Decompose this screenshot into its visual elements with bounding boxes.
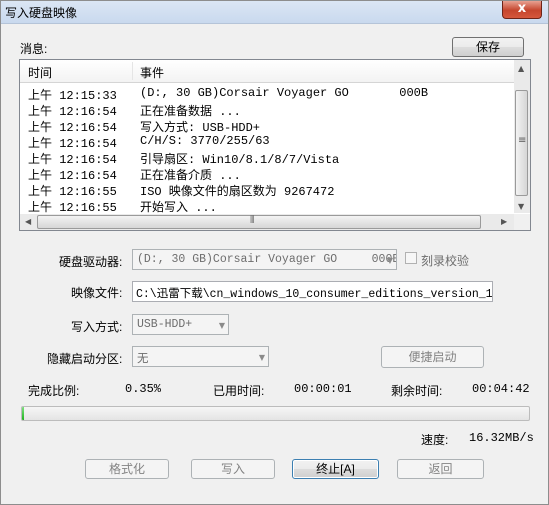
log-time: 上午 12:16:55 (28, 201, 117, 215)
log-row[interactable]: 上午 12:16:54 正在准备介质 ... (20, 165, 514, 183)
progress-bar (21, 406, 530, 421)
elapsed-value: 00:00:01 (294, 382, 352, 396)
remaining-label: 剩余时间: (391, 384, 443, 398)
chevron-down-icon: ▼ (258, 353, 265, 362)
progress-fill (22, 407, 24, 420)
image-file-label: 映像文件: (71, 286, 123, 300)
hidden-partition-label: 隐藏启动分区: (47, 352, 123, 366)
log-event: C/H/S: 3770/255/63 (140, 134, 270, 148)
close-button[interactable]: x (502, 1, 542, 19)
back-button[interactable]: 返回 (397, 459, 484, 479)
log-row[interactable]: 上午 12:16:54 写入方式: USB-HDD+ (20, 117, 514, 135)
write-mode-select[interactable]: USB-HDD+ ▼ (132, 314, 229, 335)
chevron-down-icon: ▼ (386, 256, 393, 265)
scroll-down-icon[interactable]: ▼ (518, 202, 524, 211)
drive-select[interactable]: (D:, 30 GB)Corsair Voyager GO 000B ▼ (132, 249, 397, 270)
format-button[interactable]: 格式化 (85, 459, 169, 479)
write-mode-value: USB-HDD+ (137, 318, 193, 331)
scroll-corner (514, 214, 530, 230)
scroll-up-icon[interactable]: ▲ (518, 64, 524, 73)
verify-checkbox[interactable] (405, 252, 417, 264)
hidden-partition-select[interactable]: 无 ▼ (132, 346, 269, 367)
stop-button[interactable]: 终止[A] (292, 459, 379, 479)
quick-boot-button[interactable]: 便捷启动 (381, 346, 484, 368)
hidden-partition-value: 无 (137, 353, 149, 366)
image-file-value: C:\迅雷下载\cn_windows_10_consumer_editions_… (136, 288, 493, 301)
log-row[interactable]: 上午 12:16:55 开始写入 ... (20, 197, 514, 215)
completed-label: 完成比例: (28, 384, 80, 398)
speed-label: 速度: (421, 433, 449, 447)
scroll-right-icon[interactable]: ▶ (501, 217, 507, 226)
vertical-scrollbar[interactable]: ▲ ≡ ▼ (514, 60, 530, 213)
log-event: 开始写入 ... (140, 201, 217, 215)
verify-label: 刻录校验 (421, 254, 470, 268)
log-event: (D:, 30 GB)Corsair Voyager GO 000B (140, 86, 429, 100)
log-header: 时间 事件 (20, 60, 514, 83)
save-button[interactable]: 保存 (452, 37, 524, 57)
write-mode-label: 写入方式: (71, 320, 123, 334)
completed-value: 0.35% (125, 382, 162, 396)
log-row[interactable]: 上午 12:16:54 引导扇区: Win10/8.1/8/7/Vista (20, 149, 514, 167)
log-row[interactable]: 上午 12:15:33 (D:, 30 GB)Corsair Voyager GO… (20, 85, 514, 103)
messages-label: 消息: (20, 42, 48, 56)
grip-icon: ⦀ (250, 215, 255, 226)
log-row[interactable]: 上午 12:16:54 正在准备数据 ... (20, 101, 514, 119)
speed-value: 16.32MB/s (469, 431, 534, 445)
column-divider[interactable] (132, 62, 133, 80)
close-icon: x (517, 1, 527, 16)
horizontal-scrollbar[interactable]: ◀ ⦀ ▶ (20, 214, 514, 230)
elapsed-label: 已用时间: (213, 384, 265, 398)
vertical-scroll-thumb[interactable]: ≡ (515, 90, 528, 196)
chevron-down-icon: ▼ (218, 321, 225, 330)
log-row[interactable]: 上午 12:16:55 ISO 映像文件的扇区数为 9267472 (20, 181, 514, 199)
message-log-list[interactable]: 时间 事件 上午 12:15:33 (D:, 30 GB)Corsair Voya… (19, 59, 531, 231)
remaining-value: 00:04:42 (472, 382, 530, 396)
column-header-event[interactable]: 事件 (140, 64, 164, 81)
write-button[interactable]: 写入 (191, 459, 275, 479)
window-title: 写入硬盘映像 (5, 6, 78, 20)
column-header-time[interactable]: 时间 (28, 64, 52, 81)
image-file-field[interactable]: C:\迅雷下载\cn_windows_10_consumer_editions_… (132, 281, 493, 302)
drive-label: 硬盘驱动器: (59, 255, 123, 269)
horizontal-scroll-thumb[interactable]: ⦀ (37, 215, 481, 229)
drive-select-value: (D:, 30 GB)Corsair Voyager GO 000B (137, 253, 397, 266)
write-disk-image-dialog: 写入硬盘映像 x 消息: 保存 时间 事件 上午 12:15:33 (D:, 30… (0, 0, 549, 505)
title-bar: 写入硬盘映像 x (1, 1, 548, 24)
scroll-left-icon[interactable]: ◀ (25, 217, 31, 226)
grip-icon: ≡ (518, 135, 527, 146)
log-row[interactable]: 上午 12:16:54 C/H/S: 3770/255/63 (20, 133, 514, 151)
